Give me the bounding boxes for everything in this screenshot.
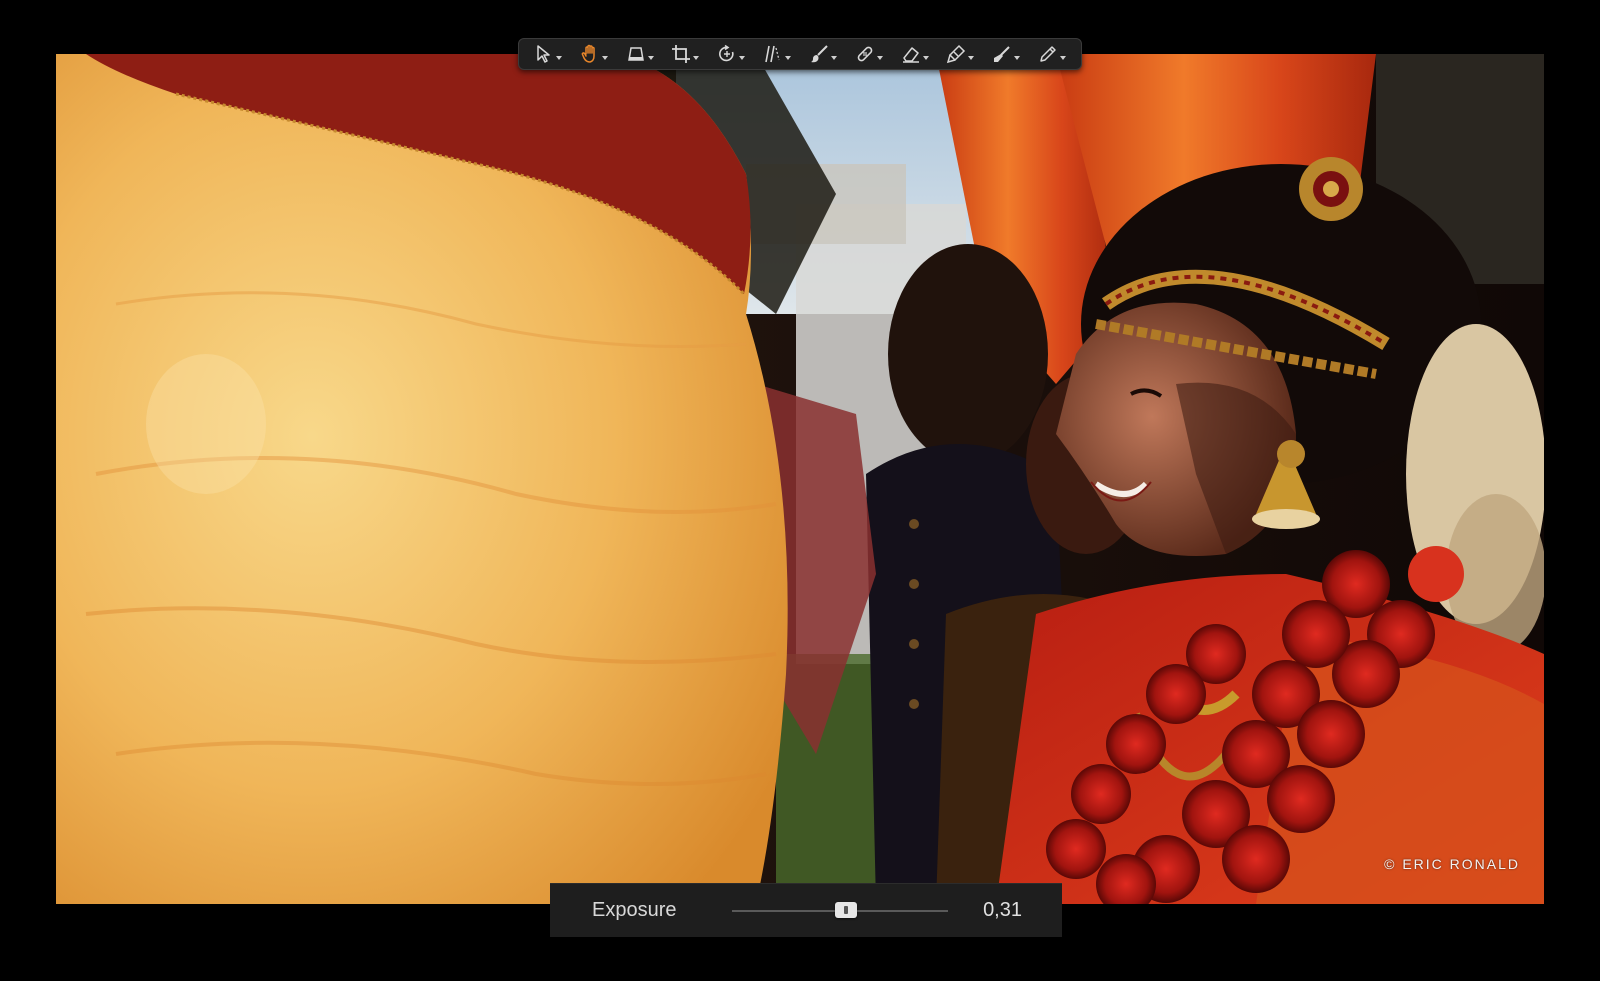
crop-tool-button[interactable]: [665, 41, 705, 67]
photo-credit: © ERIC RONALD: [1384, 856, 1520, 872]
pen-icon: [1040, 46, 1056, 62]
bandage-icon: [857, 46, 873, 62]
hand-tool-button[interactable]: [574, 41, 614, 67]
rotate-icon: [719, 44, 734, 62]
fill-brush-icon: [994, 46, 1010, 62]
arrow-pointer-icon: [537, 45, 550, 63]
gradient-tool-button[interactable]: [757, 41, 797, 67]
exposure-value[interactable]: 0,31: [983, 899, 1022, 922]
editor-window: © ERIC RONALD Exposure 0,31: [0, 0, 1600, 981]
perspective-icon: [627, 47, 644, 61]
photo-canvas[interactable]: © ERIC RONALD: [56, 54, 1544, 904]
eraser-tool-button[interactable]: [895, 41, 935, 67]
exposure-adjustment-panel: Exposure 0,31: [550, 883, 1062, 937]
brush-icon: [810, 45, 828, 63]
heal-tool-button[interactable]: [849, 41, 889, 67]
exposure-label: Exposure: [592, 899, 677, 921]
exposure-slider[interactable]: [732, 901, 948, 921]
slider-thumb[interactable]: [835, 901, 858, 918]
rotate-tool-button[interactable]: [711, 41, 751, 67]
crop-icon: [672, 45, 691, 63]
tools-toolbar: [518, 38, 1082, 70]
pen-tool-button[interactable]: [1032, 41, 1072, 67]
horizon-tool-button[interactable]: [620, 41, 660, 67]
clone-tool-button[interactable]: [940, 41, 980, 67]
clone-stamp-icon: [947, 44, 966, 64]
hand-icon: [581, 44, 595, 63]
fill-tool-button[interactable]: [986, 41, 1026, 67]
eraser-icon: [902, 47, 919, 63]
gradient-icon: [765, 45, 780, 63]
select-tool-button[interactable]: [528, 41, 568, 67]
photo-image: [56, 54, 1544, 904]
brush-tool-button[interactable]: [803, 41, 843, 67]
